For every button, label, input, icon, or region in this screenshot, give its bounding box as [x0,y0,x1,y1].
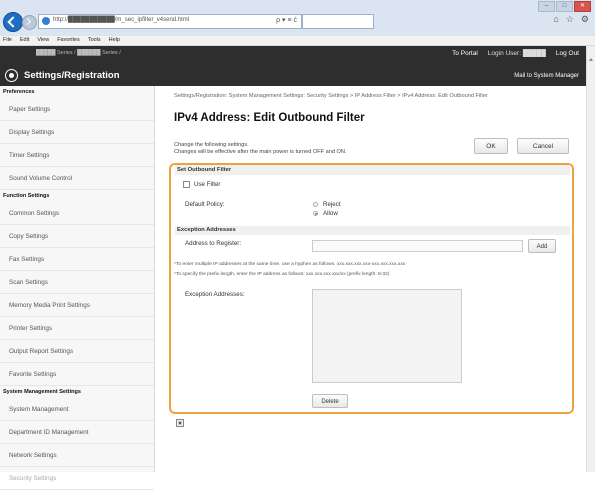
site-icon [42,17,50,25]
app-title: Settings/Registration [24,70,120,81]
favorites-star-icon[interactable]: ☆ [566,14,574,25]
device-name: █████ Series / ██████ Series / [36,50,121,56]
sidebar-item-scan-settings[interactable]: Scan Settings [0,271,154,294]
sidebar-item-network-settings[interactable]: Network Settings [0,444,154,467]
use-filter-label: Use Filter [194,181,221,188]
sidebar-item-display-settings[interactable]: Display Settings [0,121,154,144]
sidebar-heading-system: System Management Settings [3,389,81,395]
address-input[interactable] [312,240,523,252]
address-bar[interactable]: http://███████████/m_sec_ipfilter_v4send… [38,14,302,29]
page-top-icon[interactable]: ▣ [176,419,184,427]
browser-icons: ⌂ ☆ ⚙ [553,14,589,25]
back-arrow-icon[interactable] [3,12,23,32]
sidebar-item-fax-settings[interactable]: Fax Settings [0,248,154,271]
reject-radio[interactable] [313,202,318,207]
address-label: Address to Register: [185,240,242,247]
menu-edit[interactable]: Edit [20,36,29,45]
page-title: IPv4 Address: Edit Outbound Filter [174,112,365,124]
forward-arrow-icon[interactable] [22,15,37,30]
app-header: █████ Series / ██████ Series / Settings/… [0,46,587,86]
instruction-line: Change the following settings. [174,142,249,148]
home-icon[interactable]: ⌂ [553,14,558,25]
instruction-line: Changes will be effective after the main… [174,149,347,155]
settings-icon [5,69,18,82]
default-policy-label: Default Policy: [185,201,225,208]
close-icon[interactable]: ✕ [574,1,591,12]
sidebar-heading-preferences: Preferences [3,89,35,95]
breadcrumb: Settings/Registration: System Management… [174,93,488,99]
sidebar-item-common-settings[interactable]: Common Settings [0,202,154,225]
sidebar-heading-function: Function Settings [3,193,50,199]
scrollbar[interactable] [586,46,595,472]
sidebar-item-favorite-settings[interactable]: Favorite Settings [0,363,154,386]
mail-system-manager-link[interactable]: Mail to System Manager [514,73,579,79]
main-content: Settings/Registration: System Management… [160,86,587,472]
outbound-filter-section: Set Outbound Filter Use Filter Default P… [169,163,574,414]
sidebar-item-system-management[interactable]: System Management [0,398,154,421]
use-filter-checkbox[interactable] [183,181,190,188]
settings-gear-icon[interactable]: ⚙ [581,14,589,25]
allow-label: Allow [323,210,338,217]
browser-tab[interactable] [302,14,374,29]
exception-address-list[interactable] [312,289,462,383]
menu-view[interactable]: View [37,36,49,45]
allow-radio[interactable] [313,211,318,216]
window-controls: – □ ✕ [538,1,591,12]
instructions: Change the following settings. Changes w… [174,142,346,156]
sidebar-item-sound-volume[interactable]: Sound Volume Control [0,167,154,190]
add-button[interactable]: Add [528,239,556,253]
address-tools-icon[interactable]: ρ ▾ ≡ ć [276,16,297,24]
cancel-button[interactable]: Cancel [517,138,569,154]
note-prefix: *To specify the prefix length, enter the… [174,272,390,277]
menu-bar: File Edit View Favorites Tools Help [0,36,595,46]
maximize-icon[interactable]: □ [556,1,573,12]
note-hyphen: *To enter multiple IP addresses at the s… [174,262,406,267]
to-portal-link[interactable]: To Portal [452,50,478,57]
sidebar: Preferences Paper Settings Display Setti… [0,86,155,490]
ok-button[interactable]: OK [474,138,508,154]
menu-tools[interactable]: Tools [88,36,101,45]
menu-file[interactable]: File [3,36,12,45]
reject-label: Reject [323,201,341,208]
sidebar-item-memory-media[interactable]: Memory Media Print Settings [0,294,154,317]
sidebar-item-security-settings[interactable]: Security Settings [0,467,154,490]
exception-heading: Exception Addresses [175,226,570,235]
sidebar-item-department-id[interactable]: Department ID Management [0,421,154,444]
login-user: Login User: █████ [487,50,546,57]
exception-addresses-label: Exception Addresses: [185,291,245,298]
sidebar-item-paper-settings[interactable]: Paper Settings [0,98,154,121]
menu-help[interactable]: Help [109,36,120,45]
minimize-icon[interactable]: – [538,1,555,12]
section-heading: Set Outbound Filter [175,165,570,175]
sidebar-item-printer-settings[interactable]: Printer Settings [0,317,154,340]
menu-favorites[interactable]: Favorites [57,36,80,45]
delete-button[interactable]: Delete [312,394,348,408]
logout-link[interactable]: Log Out [556,50,579,57]
address-url[interactable]: http://███████████/m_sec_ipfilter_v4send… [53,17,189,23]
sidebar-item-copy-settings[interactable]: Copy Settings [0,225,154,248]
header-links: To Portal Login User: █████ Log Out [452,50,579,57]
sidebar-item-timer-settings[interactable]: Timer Settings [0,144,154,167]
sidebar-item-output-report[interactable]: Output Report Settings [0,340,154,363]
browser-toolbar: – □ ✕ http://███████████/m_sec_ipfilter_… [0,0,595,36]
